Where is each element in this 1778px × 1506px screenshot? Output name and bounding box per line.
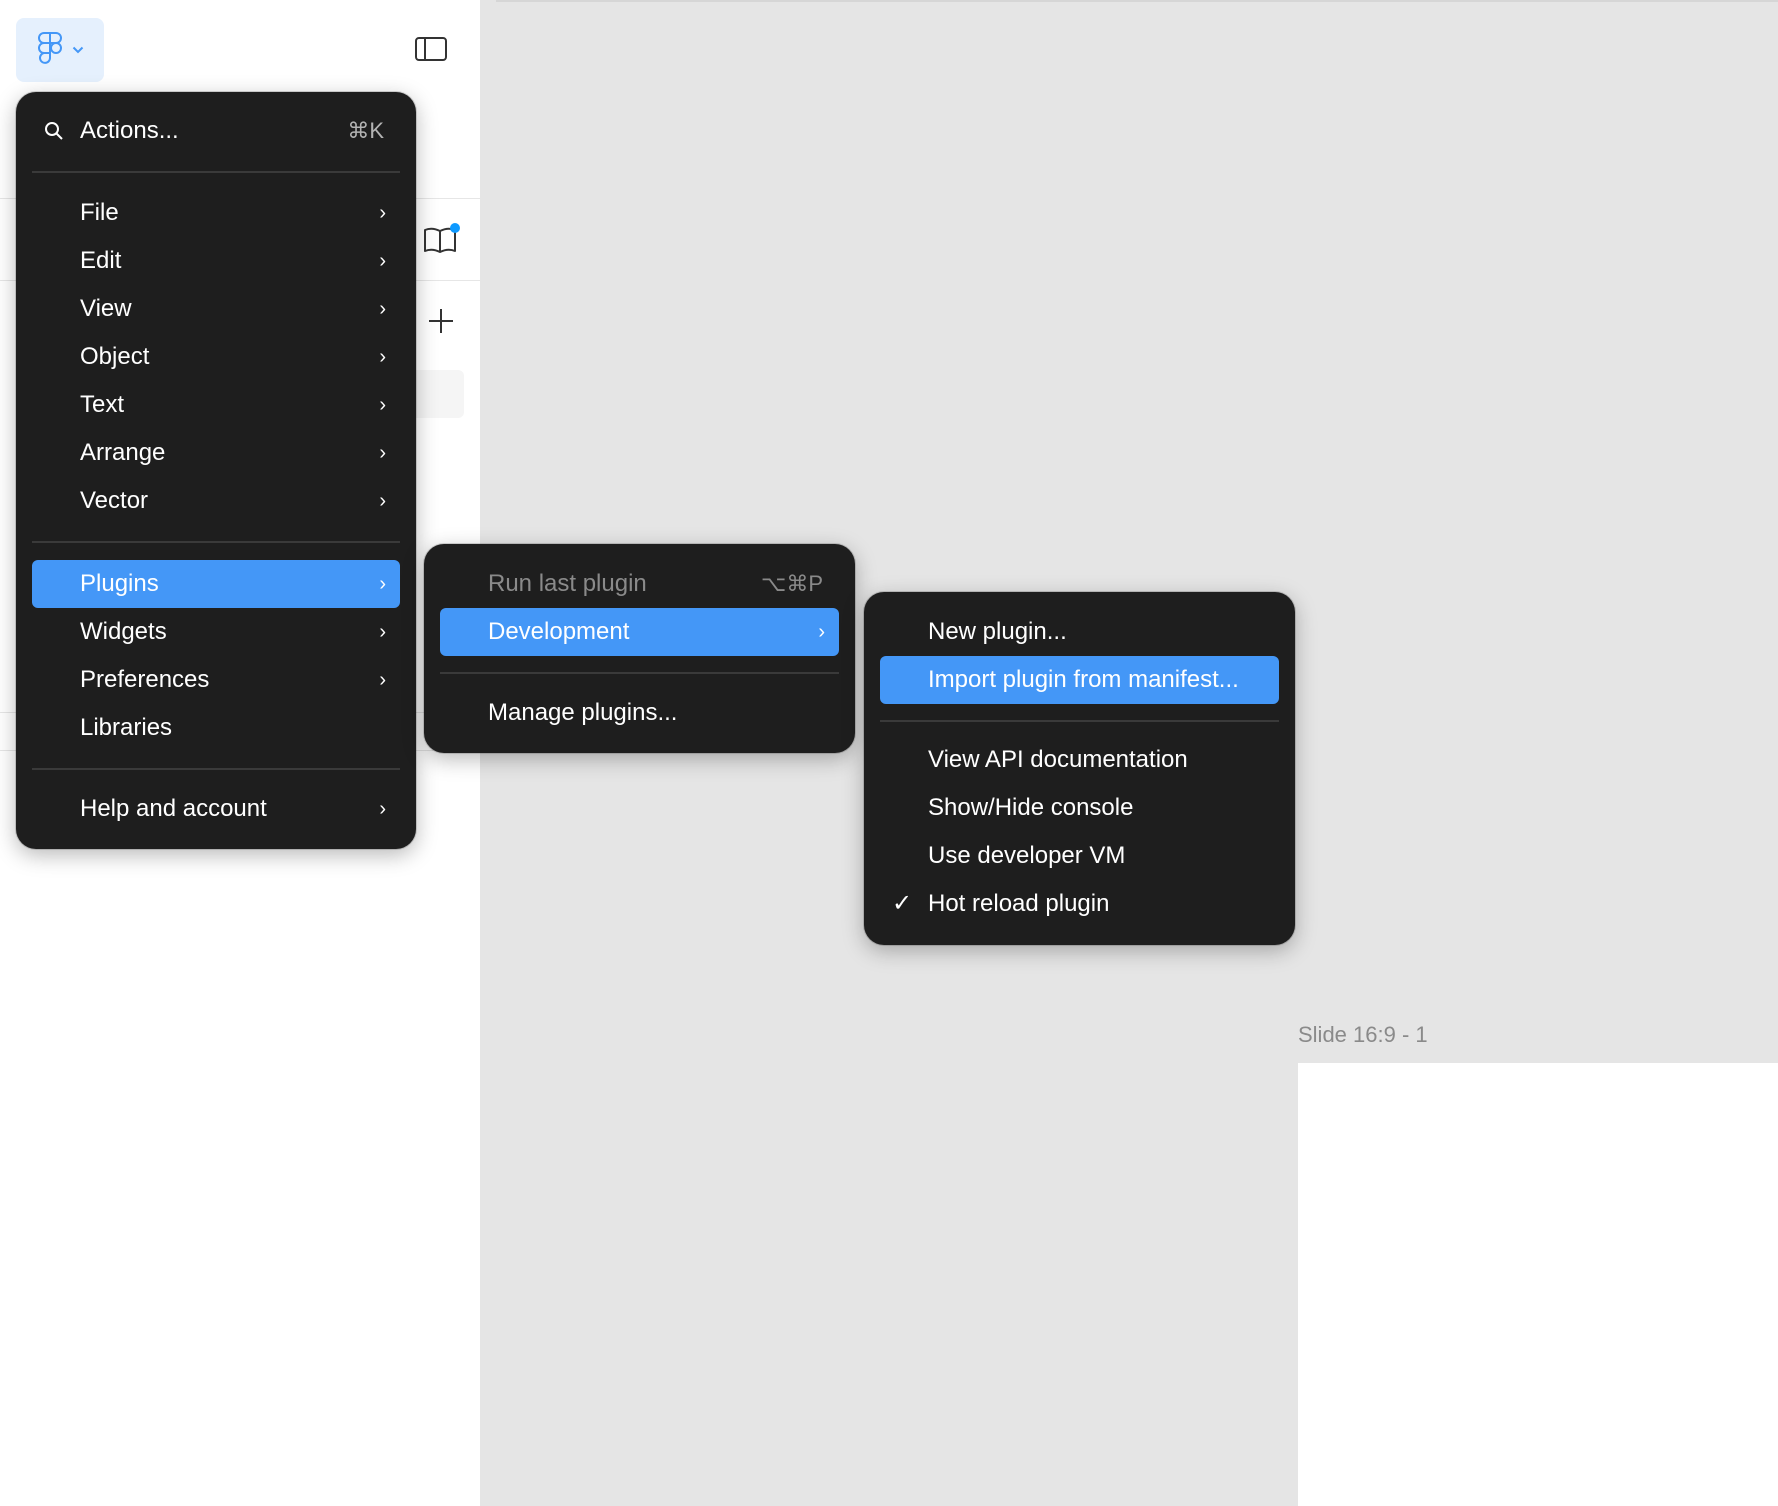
menu-item-preferences[interactable]: Preferences › <box>32 656 400 704</box>
menu-item-development[interactable]: Development › <box>440 608 839 656</box>
chevron-right-icon: › <box>379 798 386 820</box>
chevron-right-icon: › <box>379 250 386 272</box>
menu-item-use-developer-vm[interactable]: Use developer VM <box>880 832 1279 880</box>
chevron-right-icon: › <box>379 573 386 595</box>
plus-icon[interactable] <box>426 306 456 336</box>
main-menu-button[interactable] <box>16 18 104 82</box>
menu-item-label: Development <box>488 618 630 645</box>
menu-separator <box>880 720 1279 722</box>
menu-item-label: Object <box>80 343 150 370</box>
checkmark-icon: ✓ <box>892 890 913 917</box>
chevron-right-icon: › <box>379 621 386 643</box>
menu-item-vector[interactable]: Vector › <box>32 477 400 525</box>
menu-item-label: Run last plugin <box>488 570 647 597</box>
slide-frame-label[interactable]: Slide 16:9 - 1 <box>1298 1022 1428 1048</box>
development-submenu: New plugin... Import plugin from manifes… <box>864 592 1295 945</box>
menu-item-label: Manage plugins... <box>488 699 678 726</box>
menu-item-label: Arrange <box>80 439 166 466</box>
menu-item-label: Vector <box>80 487 149 514</box>
menu-item-object[interactable]: Object › <box>32 333 400 381</box>
menu-item-libraries[interactable]: Libraries <box>32 704 400 752</box>
chevron-right-icon: › <box>379 346 386 368</box>
chevron-right-icon: › <box>379 442 386 464</box>
chevron-right-icon: › <box>379 202 386 224</box>
actions-search[interactable]: Actions... ⌘K <box>32 107 400 155</box>
menu-item-label: New plugin... <box>928 618 1067 645</box>
menu-item-label: View API documentation <box>928 746 1188 773</box>
menu-item-label: File <box>80 199 119 226</box>
chevron-right-icon: › <box>818 621 825 643</box>
menu-item-show-hide-console[interactable]: Show/Hide console <box>880 784 1279 832</box>
figma-logo-icon <box>38 32 62 64</box>
menu-item-edit[interactable]: Edit › <box>32 237 400 285</box>
menu-item-label: Show/Hide console <box>928 794 1134 821</box>
menu-item-label: Plugins <box>80 570 159 597</box>
menu-item-label: Help and account <box>80 795 267 822</box>
slide-frame[interactable] <box>1298 1063 1778 1506</box>
actions-shortcut: ⌘K <box>347 118 384 143</box>
menu-item-hot-reload-plugin[interactable]: ✓ Hot reload plugin <box>880 880 1279 928</box>
menu-item-manage-plugins[interactable]: Manage plugins... <box>440 689 839 737</box>
menu-item-label: View <box>80 295 132 322</box>
menu-item-view[interactable]: View › <box>32 285 400 333</box>
menu-item-help-and-account[interactable]: Help and account › <box>32 785 400 833</box>
menu-item-label: Preferences <box>80 666 210 693</box>
chevron-right-icon: › <box>379 669 386 691</box>
menu-item-label: Text <box>80 391 125 418</box>
menu-item-label: Libraries <box>80 714 173 741</box>
main-menu: Actions... ⌘K File › Edit › View › Objec… <box>16 92 416 849</box>
menu-separator <box>32 768 400 770</box>
sidebar-toggle-icon[interactable] <box>414 34 448 64</box>
menu-item-arrange[interactable]: Arrange › <box>32 429 400 477</box>
menu-item-label: Widgets <box>80 618 167 645</box>
search-icon <box>45 122 63 140</box>
menu-item-file[interactable]: File › <box>32 189 400 237</box>
menu-item-label: Import plugin from manifest... <box>928 666 1239 693</box>
menu-item-label: Edit <box>80 247 122 274</box>
menu-item-new-plugin[interactable]: New plugin... <box>880 608 1279 656</box>
menu-item-text[interactable]: Text › <box>32 381 400 429</box>
actions-label: Actions... <box>80 117 179 144</box>
menu-item-label: Use developer VM <box>928 842 1126 869</box>
chevron-right-icon: › <box>379 298 386 320</box>
plugins-submenu: Run last plugin ⌥⌘P Development › Manage… <box>424 544 855 753</box>
chevron-right-icon: › <box>379 490 386 512</box>
canvas-top-border <box>496 0 1778 2</box>
menu-item-view-api-documentation[interactable]: View API documentation <box>880 736 1279 784</box>
menu-item-widgets[interactable]: Widgets › <box>32 608 400 656</box>
chevron-down-icon <box>72 46 84 54</box>
menu-item-run-last-plugin: Run last plugin ⌥⌘P <box>440 560 839 608</box>
run-last-plugin-shortcut: ⌥⌘P <box>760 571 823 596</box>
menu-item-plugins[interactable]: Plugins › <box>32 560 400 608</box>
chevron-right-icon: › <box>379 394 386 416</box>
notification-dot <box>450 223 460 233</box>
menu-item-label: Hot reload plugin <box>928 890 1110 917</box>
menu-separator <box>32 171 400 173</box>
menu-separator <box>32 541 400 543</box>
menu-item-import-plugin-from-manifest[interactable]: Import plugin from manifest... <box>880 656 1279 704</box>
menu-separator <box>440 672 839 674</box>
